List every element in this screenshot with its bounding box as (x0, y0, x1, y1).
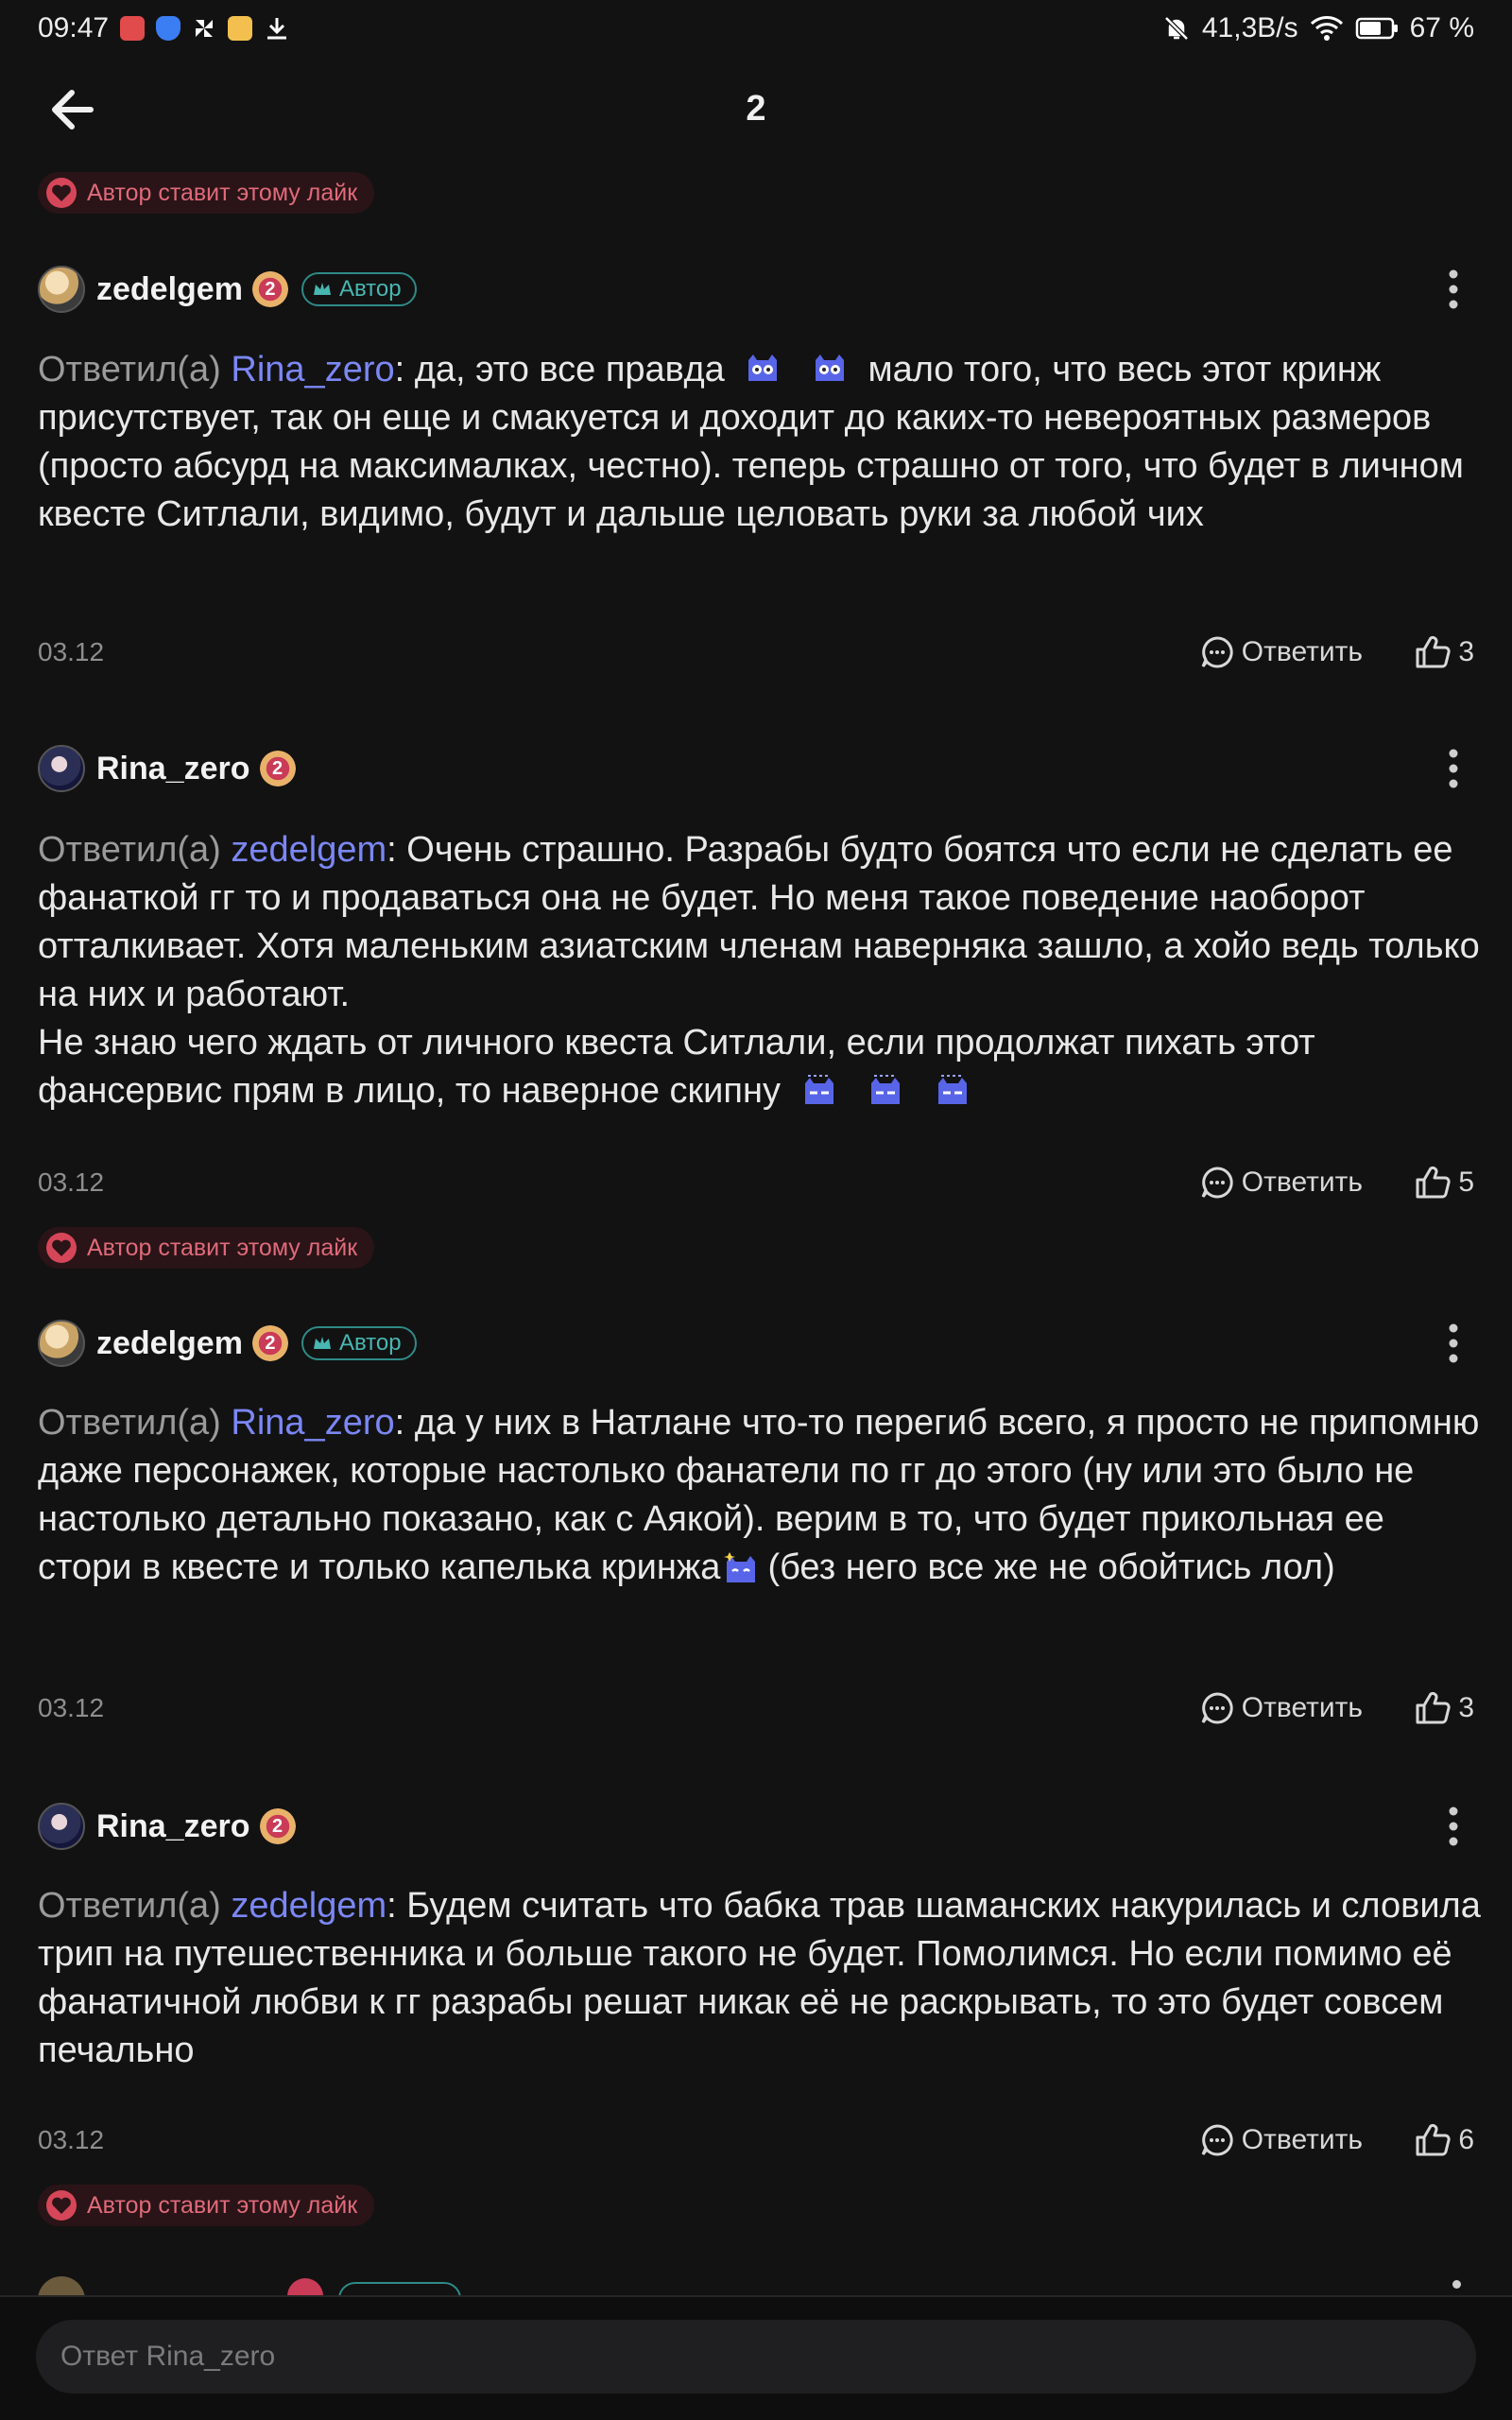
comment-footer: 03.12 Ответить 3 (38, 1687, 1474, 1729)
emoji-cat-icon (815, 354, 844, 381)
reply-input[interactable] (36, 2320, 1476, 2394)
reply-button[interactable]: Ответить (1200, 2123, 1363, 2157)
status-bar: 09:47 41,3B/s 67 % (0, 0, 1512, 57)
comment-icon (1201, 2124, 1233, 2156)
heart-badge-icon (46, 1233, 77, 1263)
heart-badge-icon (46, 178, 77, 208)
emoji-cat-sleepy-icon (804, 1075, 833, 1104)
reply-button[interactable]: Ответить (1200, 1166, 1363, 1200)
comment-header: zedelgem 2 Автор (38, 1317, 1474, 1370)
wifi-icon (1310, 15, 1344, 42)
level-badge: 2 (251, 271, 288, 307)
thumb-up-icon (1416, 1166, 1451, 1199)
like-button[interactable]: 3 (1415, 1691, 1474, 1725)
thumb-up-icon (1416, 1691, 1451, 1724)
comment-icon (1201, 1692, 1233, 1724)
back-button[interactable] (47, 87, 96, 132)
status-right: 41,3B/s 67 % (1162, 12, 1474, 44)
comment-header: zedelgem 2 Автор (38, 263, 1474, 316)
page-title: 2 (746, 88, 766, 129)
comment-header: Rina_zero 2 (38, 742, 1474, 795)
level-badge: 2 (259, 751, 296, 786)
like-button[interactable]: 3 (1415, 635, 1474, 669)
like-button[interactable]: 5 (1415, 1166, 1474, 1200)
comment-text: Ответил(а) zedelgem: Будем считать что б… (38, 1886, 1481, 2070)
author-tag (338, 2282, 461, 2295)
notes-app-icon (228, 16, 253, 41)
comment-header: Rina_zero 2 (38, 1800, 1474, 1853)
more-options-button[interactable] (1446, 1322, 1461, 1364)
author-liked-badge: Автор ставит этому лайк (38, 172, 375, 214)
username[interactable]: zedelgem (96, 1325, 243, 1362)
more-vertical-icon (1452, 2280, 1461, 2289)
more-options-button[interactable] (1446, 1806, 1461, 1847)
next-comment-peek (38, 2276, 1474, 2295)
author-tag: Автор (301, 272, 417, 306)
comment-date: 03.12 (38, 1693, 105, 1722)
comment-date: 03.12 (38, 2125, 105, 2154)
emoji-cat-sleepy-icon (871, 1075, 901, 1104)
username[interactable]: zedelgem (96, 271, 243, 308)
mention-link[interactable]: zedelgem (231, 830, 387, 870)
comment-footer: 03.12 Ответить 5 (38, 1162, 1474, 1203)
battery-percent: 67 % (1409, 12, 1474, 43)
app-notification-icon-red (120, 16, 146, 41)
status-time: 09:47 (38, 12, 110, 43)
header: 2 (0, 66, 1512, 151)
username[interactable]: Rina_zero (96, 1808, 250, 1845)
download-icon (264, 15, 290, 42)
level-badge: 2 (251, 1325, 288, 1361)
more-vertical-icon (1449, 269, 1458, 309)
mention-link[interactable]: zedelgem (231, 1886, 387, 1926)
comment-text: Ответил(а) Rina_zero: да у них в Натлане… (38, 1403, 1480, 1587)
comment-date: 03.12 (38, 637, 105, 666)
username[interactable]: Rina_zero (96, 751, 250, 787)
emoji-cat-sparkle-icon (724, 1552, 756, 1582)
reply-button[interactable]: Ответить (1200, 635, 1363, 669)
mention-link[interactable]: Rina_zero (231, 1403, 394, 1443)
avatar[interactable] (38, 266, 85, 313)
author-tag: Автор (301, 1326, 417, 1360)
crown-icon (313, 283, 331, 295)
shield-icon (156, 16, 181, 41)
more-vertical-icon (1449, 1806, 1458, 1846)
avatar[interactable] (38, 745, 85, 792)
comment-text: Ответил(а) zedelgem: Очень страшно. Разр… (38, 830, 1480, 1111)
avatar[interactable] (38, 1803, 85, 1850)
reply-button[interactable]: Ответить (1200, 1691, 1363, 1725)
more-options-button[interactable] (1446, 268, 1461, 310)
comment-footer: 03.12 Ответить 6 (38, 2119, 1474, 2161)
comment-footer: 03.12 Ответить 3 (38, 631, 1474, 673)
back-arrow-icon (52, 90, 94, 130)
emoji-cat-sleepy-icon (937, 1075, 967, 1104)
thumb-up-icon (1416, 2123, 1451, 2156)
reply-input-bar (0, 2295, 1512, 2420)
battery-icon (1355, 16, 1399, 41)
pinwheel-icon (192, 16, 216, 41)
level-badge: 2 (259, 1808, 296, 1844)
emoji-cat-icon (748, 354, 778, 381)
level-badge (287, 2278, 323, 2295)
avatar (38, 2276, 85, 2295)
bell-off-icon (1162, 14, 1191, 43)
thumb-up-icon (1416, 635, 1451, 668)
mention-link[interactable]: Rina_zero (231, 350, 394, 389)
author-liked-badge: Автор ставит этому лайк (38, 2185, 375, 2226)
more-vertical-icon (1449, 749, 1458, 788)
more-options-button[interactable] (1446, 748, 1461, 789)
avatar[interactable] (38, 1320, 85, 1367)
comment-text: Ответил(а) Rina_zero: да, это все правда… (38, 350, 1464, 534)
more-vertical-icon (1449, 1323, 1458, 1363)
status-left: 09:47 (38, 12, 290, 44)
crown-icon (313, 1337, 331, 1349)
heart-badge-icon (46, 2190, 77, 2221)
comment-icon (1201, 1167, 1233, 1199)
comment-date: 03.12 (38, 1167, 105, 1197)
comment-icon (1201, 636, 1233, 668)
like-button[interactable]: 6 (1415, 2123, 1474, 2157)
network-speed: 41,3B/s (1201, 12, 1298, 43)
author-liked-badge: Автор ставит этому лайк (38, 1227, 375, 1269)
